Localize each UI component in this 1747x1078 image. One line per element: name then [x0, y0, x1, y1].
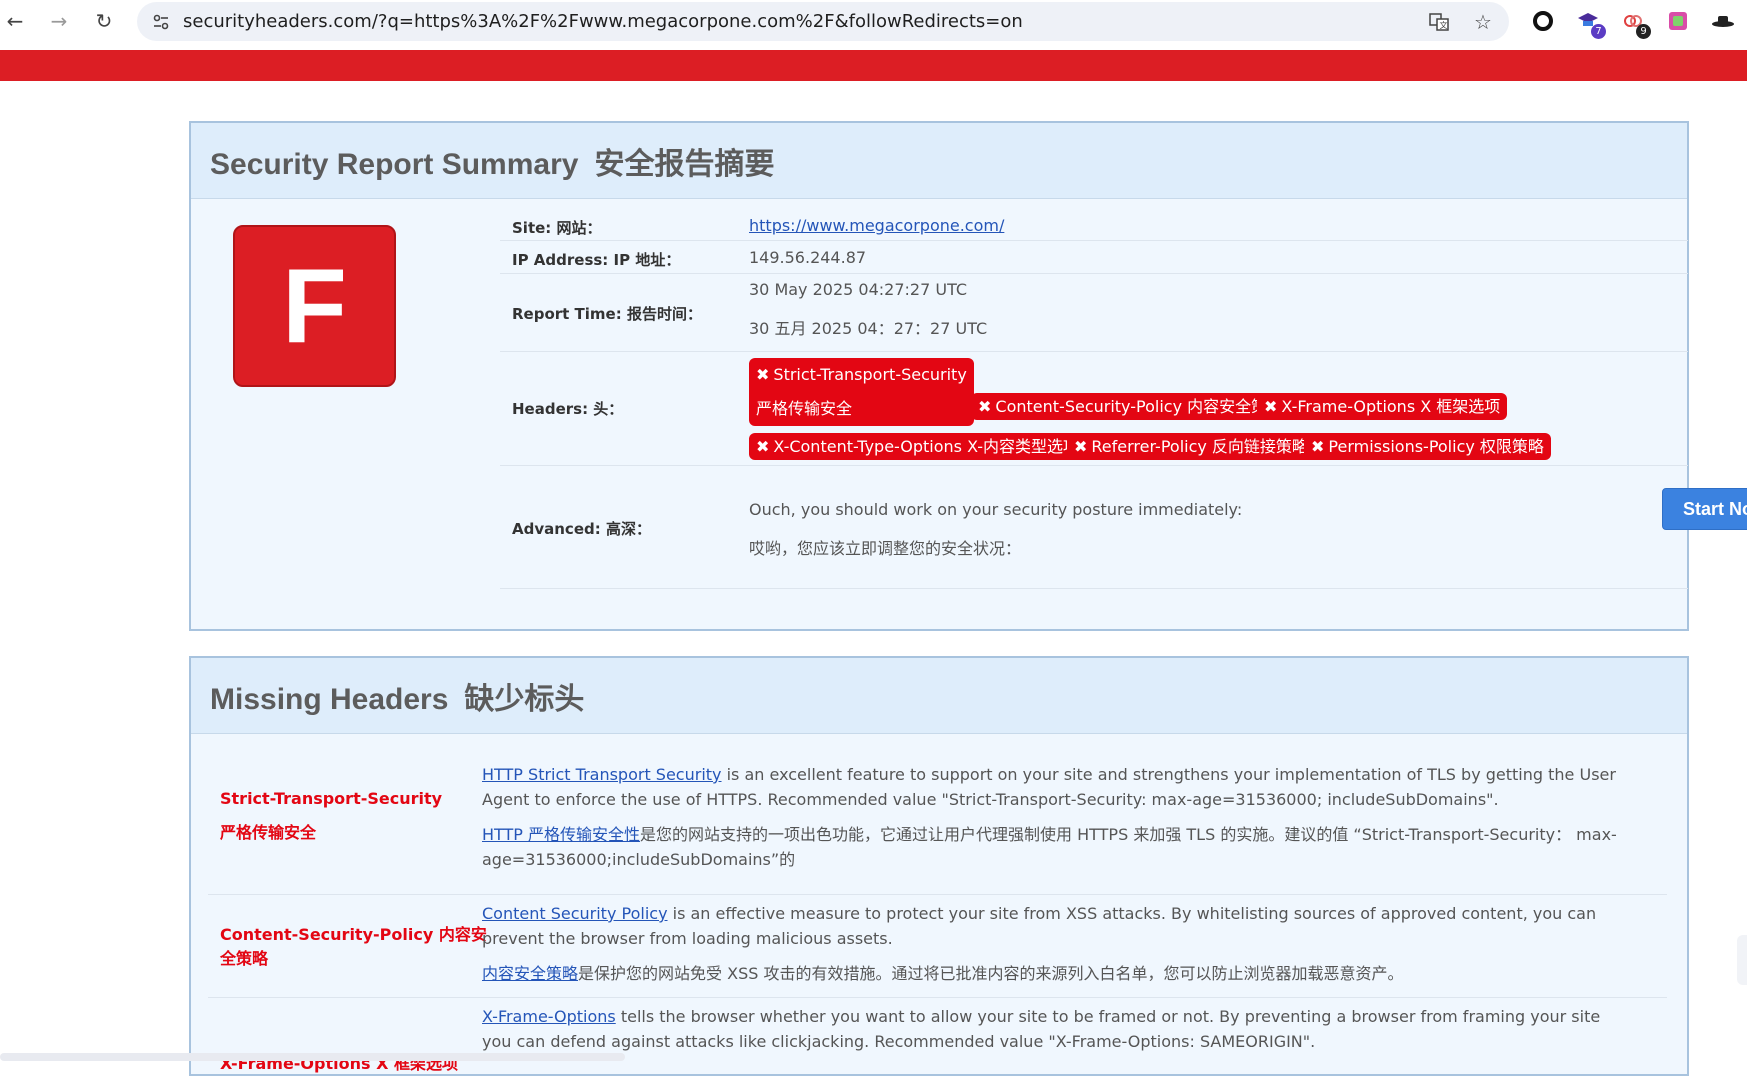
missing-header-description: HTTP Strict Transport Security is an exc…	[482, 765, 1617, 869]
report-time-value-zh: 30 五月 2025 04：27：27 UTC	[749, 319, 988, 338]
ip-row: IP Address: IP 地址： 149.56.244.87	[500, 241, 1688, 274]
xfo-link[interactable]: X-Frame-Options	[482, 1007, 616, 1026]
header-badge-x-content-type-options: ✖ X-Content-Type-Options X-内容类型选项	[749, 433, 1087, 460]
report-table: Site: 网站： https://www.megacorpone.com/ I…	[500, 211, 1747, 589]
extension-badge-count: 7	[1591, 24, 1606, 39]
header-badge-strict-transport-security: ✖ Strict-Transport-Security 严格传输安全	[749, 358, 974, 426]
missing-header-row: Strict-Transport-Security 严格传输安全 HTTP St…	[208, 765, 1667, 895]
missing-header-description: Content Security Policy is an effective …	[482, 904, 1597, 983]
header-badge-content-security-policy: ✖ Content-Security-Policy 内容安全策略	[971, 393, 1291, 420]
header-badge-x-frame-options: ✖ X-Frame-Options X 框架选项	[1257, 393, 1508, 420]
header-badge-permissions-policy: ✖ Permissions-Policy 权限策略	[1304, 433, 1551, 460]
missing-header-row: Content-Security-Policy 内容安全策略 Content S…	[208, 895, 1667, 998]
missing-headers-panel: Missing Headers 缺少标头 Strict-Transport-Sec…	[189, 656, 1689, 1076]
panel-title: Security Report Summary 安全报告摘要	[210, 147, 775, 181]
missing-header-row: X-Frame-Options X 框架选项 X-Frame-Options t…	[208, 998, 1667, 1078]
x-icon: ✖	[978, 397, 992, 416]
header-badge-referrer-policy: ✖ Referrer-Policy 反向链接策略	[1067, 433, 1315, 460]
hsts-link[interactable]: HTTP Strict Transport Security	[482, 765, 722, 784]
back-arrow-icon[interactable]: ←	[2, 8, 28, 34]
site-header-band	[0, 50, 1747, 81]
extension-badge-count: 9	[1636, 24, 1651, 39]
ip-label: IP Address: IP 地址：	[512, 251, 681, 269]
csp-link[interactable]: Content Security Policy	[482, 904, 668, 923]
site-settings-icon[interactable]	[151, 12, 171, 32]
headers-label: Headers: 头：	[512, 400, 624, 418]
missing-header-description: X-Frame-Options tells the browser whethe…	[482, 1007, 1601, 1051]
csp-link-zh[interactable]: 内容安全策略	[482, 964, 578, 983]
report-time-value: 30 May 2025 04:27:27 UTC	[749, 280, 968, 299]
side-panel-handle[interactable]	[1737, 935, 1747, 985]
advanced-text: Ouch, you should work on your security p…	[749, 500, 1243, 519]
x-icon: ✖	[756, 437, 770, 456]
headers-row: Headers: 头： ✖ Strict-Transport-Security 严…	[500, 352, 1688, 466]
grade-badge: F	[233, 225, 396, 387]
url-text[interactable]: securityheaders.com/?q=https%3A%2F%2Fwww…	[183, 11, 1023, 32]
report-time-label: Report Time: 报告时间：	[512, 305, 702, 323]
x-icon: ✖	[1074, 437, 1088, 456]
address-bar[interactable]: securityheaders.com/?q=https%3A%2F%2Fwww…	[137, 2, 1509, 41]
missing-header-name: Strict-Transport-Security 严格传输安全	[220, 789, 443, 842]
x-icon: ✖	[1311, 437, 1325, 456]
forward-arrow-icon[interactable]: →	[46, 8, 72, 34]
panel-header: Security Report Summary 安全报告摘要	[191, 123, 1687, 199]
security-report-summary-panel: Security Report Summary 安全报告摘要 F Site: 网站…	[189, 121, 1747, 631]
site-link[interactable]: https://www.megacorpone.com/	[749, 216, 1004, 235]
x-icon: ✖	[756, 365, 770, 384]
extension-hat-icon[interactable]	[1710, 8, 1736, 34]
translate-icon[interactable]: 文	[1427, 10, 1451, 34]
panel-header: Missing Headers 缺少标头	[191, 658, 1687, 734]
ip-value: 149.56.244.87	[749, 248, 867, 267]
site-label: Site: 网站：	[512, 219, 602, 237]
extension-graduation-cap-icon[interactable]: 7	[1575, 8, 1606, 39]
report-time-row: Report Time: 报告时间： 30 May 2025 04:27:27 …	[500, 274, 1688, 352]
horizontal-scrollbar[interactable]	[0, 1053, 625, 1061]
panel-title: Missing Headers 缺少标头	[210, 682, 585, 716]
hsts-link-zh[interactable]: HTTP 严格传输安全性	[482, 825, 640, 844]
x-icon: ✖	[1264, 397, 1278, 416]
advanced-text-zh: 哎哟，您应该立即调整您的安全状况：	[749, 539, 1022, 558]
start-now-button[interactable]: Start Now	[1662, 488, 1747, 530]
advanced-row: Advanced: 高深： Ouch, you should work on y…	[500, 466, 1747, 589]
advanced-label: Advanced: 高深：	[512, 520, 651, 538]
missing-header-name: Content-Security-Policy 内容安全策略	[220, 925, 487, 968]
browser-toolbar: ← → ↻ securityheaders.com/?q=https%3A%2F…	[0, 0, 1747, 50]
reload-icon[interactable]: ↻	[91, 8, 117, 34]
extension-link-icon[interactable]: 9	[1620, 8, 1651, 39]
site-row: Site: 网站： https://www.megacorpone.com/	[500, 211, 1688, 241]
extension-photo-icon[interactable]	[1665, 8, 1691, 34]
extension-circle-icon[interactable]	[1530, 8, 1556, 34]
bookmark-star-icon[interactable]: ☆	[1471, 10, 1495, 34]
svg-text:文: 文	[1440, 20, 1448, 30]
